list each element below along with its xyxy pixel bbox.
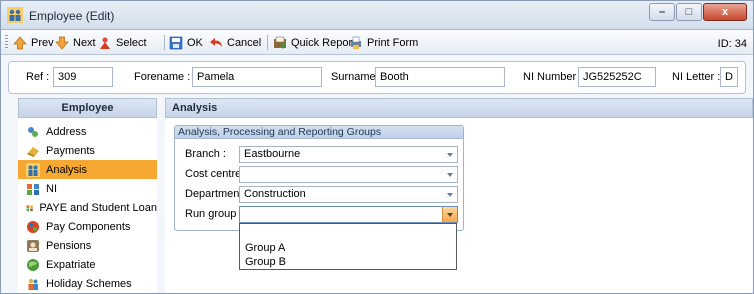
ok-button[interactable]: OK — [169, 35, 203, 50]
holiday-schemes-icon — [28, 278, 38, 290]
expatriate-icon — [27, 258, 39, 271]
next-button[interactable]: Next — [55, 35, 96, 50]
analysis-groups-box: Analysis, Processing and Reporting Group… — [174, 125, 464, 231]
sidebar-item-paye[interactable]: PAYE and Student Loan — [18, 198, 157, 217]
forename-label: Forename : — [134, 71, 191, 83]
paye-icon — [26, 204, 33, 211]
maximize-button[interactable]: □ — [676, 3, 702, 21]
next-label: Next — [73, 36, 96, 49]
ref-label: Ref : — [26, 71, 50, 83]
run-group-dropdown-list: Group A Group B — [239, 223, 457, 270]
chevron-down-icon — [447, 153, 453, 157]
quick-report-button[interactable]: Quick Report — [273, 35, 355, 50]
address-icon — [28, 126, 38, 137]
close-icon: x — [721, 6, 729, 18]
ref-field[interactable]: 309 — [53, 67, 113, 87]
quick-report-label: Quick Report — [291, 36, 356, 49]
employee-sidebar: Employee Address Payments Analysis NI PA… — [18, 98, 157, 293]
cancel-button[interactable]: Cancel — [209, 35, 261, 50]
select-label: Select — [116, 36, 147, 49]
cancel-label: Cancel — [227, 36, 262, 49]
ni-letter-field[interactable]: D — [720, 67, 738, 87]
toolbar-separator — [164, 35, 165, 50]
dropdown-option-group-b[interactable]: Group B — [245, 256, 286, 268]
sidebar-item-pensions[interactable]: Pensions — [18, 236, 157, 255]
print-form-label: Print Form — [367, 36, 419, 49]
sidebar-item-label: Address — [46, 125, 87, 138]
sidebar-item-label: Expatriate — [46, 258, 96, 271]
sidebar-item-pay-components[interactable]: Pay Components — [18, 217, 157, 236]
record-id: ID: 34 — [717, 38, 747, 50]
ni-number-label: NI Number : — [523, 71, 583, 83]
ni-icon — [27, 183, 39, 195]
undo-arrow-icon — [210, 37, 222, 47]
run-group-dropdown-button[interactable] — [442, 207, 457, 222]
sidebar-item-payments[interactable]: Payments — [18, 141, 157, 160]
sidebar-item-holiday-schemes[interactable]: Holiday Schemes — [18, 274, 157, 293]
select-button[interactable]: Select — [98, 35, 147, 50]
toolbar-grip[interactable] — [5, 35, 8, 50]
ni-letter-label: NI Letter : — [672, 71, 721, 83]
report-icon — [274, 36, 286, 48]
chevron-down-icon — [447, 193, 453, 197]
title-bar: Employee (Edit) – □ x — [1, 1, 753, 30]
people-app-icon — [7, 7, 23, 23]
arrow-up-icon — [13, 35, 27, 49]
save-disk-icon — [169, 36, 183, 49]
prev-label: Prev — [31, 36, 54, 49]
employee-header: Ref : 309 Forename : Pamela Surname : Bo… — [8, 61, 746, 94]
prev-button[interactable]: Prev — [13, 35, 54, 50]
sidebar-item-label: Analysis — [46, 163, 87, 176]
department-select[interactable]: Construction — [239, 186, 458, 203]
ni-number-field[interactable]: JG525252C — [578, 67, 656, 87]
dropdown-option-group-a[interactable]: Group A — [245, 242, 285, 254]
sidebar-item-analysis[interactable]: Analysis — [18, 160, 157, 179]
sidebar-item-label: PAYE and Student Loan — [39, 201, 157, 214]
chevron-down-icon — [447, 213, 453, 217]
arrow-down-icon — [55, 36, 69, 50]
sidebar-item-label: Payments — [46, 144, 95, 157]
run-group-label: Run group : — [185, 208, 243, 220]
sidebar-item-label: Holiday Schemes — [46, 277, 132, 290]
print-form-button[interactable]: Print Form — [349, 35, 418, 50]
sidebar-item-expatriate[interactable]: Expatriate — [18, 255, 157, 274]
print-form-icon — [351, 36, 361, 49]
window-title: Employee (Edit) — [29, 9, 115, 23]
department-value: Construction — [244, 188, 306, 200]
sidebar-item-label: NI — [46, 182, 57, 195]
employee-edit-window: Employee (Edit) – □ x Prev Next Select O… — [0, 0, 754, 294]
toolbar-separator — [267, 35, 268, 50]
chevron-down-icon — [447, 173, 453, 177]
sidebar-list: Address Payments Analysis NI PAYE and St… — [18, 118, 157, 293]
minimize-button[interactable]: – — [649, 3, 675, 21]
close-button[interactable]: x — [703, 3, 747, 21]
forename-field[interactable]: Pamela — [192, 67, 322, 87]
ok-label: OK — [187, 36, 203, 49]
branch-value: Eastbourne — [244, 148, 301, 160]
sidebar-item-ni[interactable]: NI — [18, 179, 157, 198]
branch-select[interactable]: Eastbourne — [239, 146, 458, 163]
sidebar-item-label: Pay Components — [46, 220, 131, 233]
cost-centre-select[interactable] — [239, 166, 458, 183]
maximize-icon: □ — [685, 6, 693, 18]
select-person-icon — [100, 37, 110, 49]
run-group-select[interactable] — [239, 206, 458, 223]
sidebar-item-address[interactable]: Address — [18, 122, 157, 141]
sidebar-title: Employee — [18, 98, 157, 118]
window-controls: – □ x — [648, 3, 747, 21]
surname-field[interactable]: Booth — [375, 67, 505, 87]
payments-icon — [27, 146, 39, 157]
group-title: Analysis, Processing and Reporting Group… — [175, 126, 463, 139]
panel-title: Analysis — [165, 98, 753, 118]
pensions-icon — [27, 239, 39, 252]
cost-centre-label: Cost centre : — [185, 168, 248, 180]
minimize-icon: – — [658, 6, 666, 18]
branch-label: Branch : — [185, 148, 226, 160]
pay-components-icon — [27, 220, 39, 233]
sidebar-item-label: Pensions — [46, 239, 92, 252]
analysis-icon — [26, 162, 40, 177]
toolbar: Prev Next Select OK Cancel Quick Report … — [1, 30, 753, 55]
